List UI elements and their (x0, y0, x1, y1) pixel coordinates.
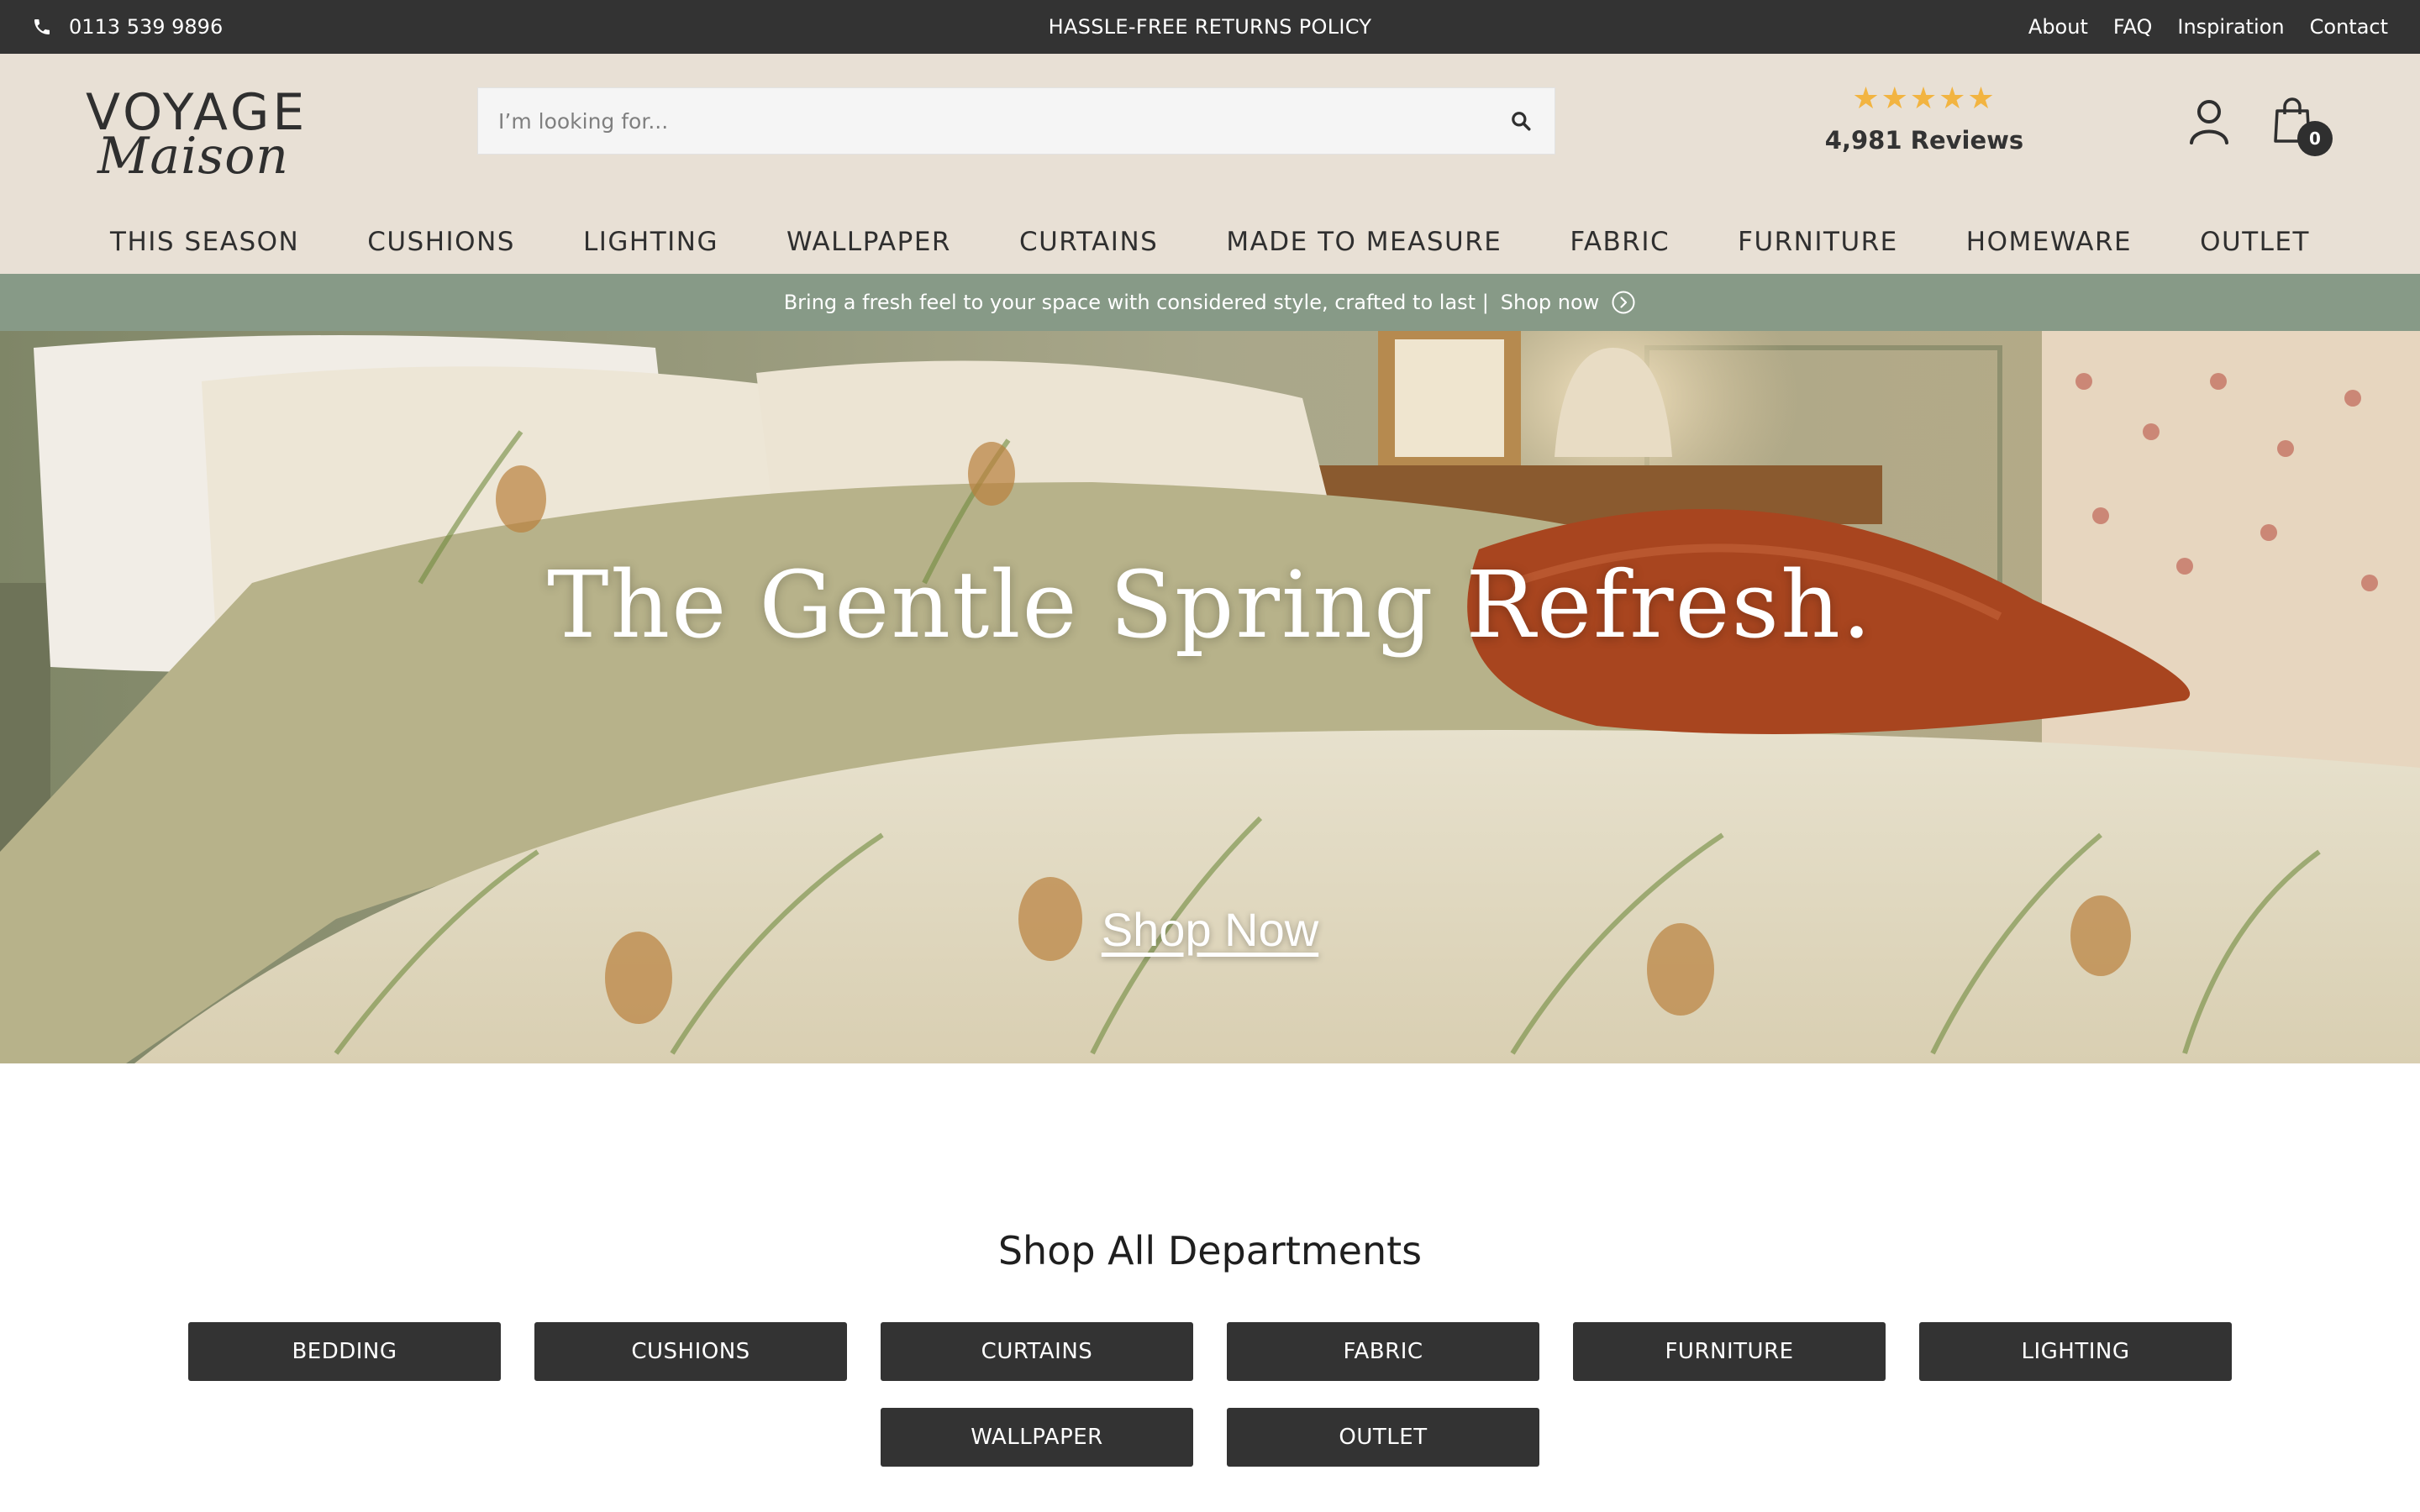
hero-shop-now-link[interactable]: Shop Now (1102, 903, 1318, 956)
nav-item-lighting[interactable]: LIGHTING (583, 220, 718, 264)
dept-button-cushions[interactable]: CUSHIONS (534, 1322, 847, 1381)
hero-title: The Gentle Spring Refresh. (547, 551, 1873, 659)
departments-row-2: WALLPAPER OUTLET (0, 1408, 2420, 1467)
reviews-widget[interactable]: ★★★★★ 4,981 Reviews (1807, 84, 2042, 155)
cart-count-badge: 0 (2297, 121, 2333, 156)
search-icon (1512, 112, 1531, 131)
hero-banner: The Gentle Spring Refresh. Shop Now (0, 331, 2420, 1063)
nav-item-made-to-measure[interactable]: MADE TO MEASURE (1226, 220, 1502, 264)
utility-link-faq[interactable]: FAQ (2113, 15, 2153, 39)
dept-button-bedding[interactable]: BEDDING (188, 1322, 501, 1381)
utility-link-about[interactable]: About (2028, 15, 2088, 39)
top-utility-bar: 0113 539 9896 HASSLE-FREE RETURNS POLICY… (0, 0, 2420, 54)
nav-item-furniture[interactable]: FURNITURE (1738, 220, 1898, 264)
utility-link-inspiration[interactable]: Inspiration (2177, 15, 2284, 39)
promo-strip-link[interactable]: Shop now (1501, 291, 1600, 314)
utility-link-contact[interactable]: Contact (2310, 15, 2388, 39)
dept-button-wallpaper[interactable]: WALLPAPER (881, 1408, 1193, 1467)
nav-item-wallpaper[interactable]: WALLPAPER (786, 220, 951, 264)
phone-number: 0113 539 9896 (69, 15, 224, 39)
utility-links: About FAQ Inspiration Contact (2028, 0, 2388, 54)
dept-button-fabric[interactable]: FABRIC (1227, 1322, 1539, 1381)
phone-contact[interactable]: 0113 539 9896 (32, 0, 223, 54)
dept-button-outlet[interactable]: OUTLET (1227, 1408, 1539, 1467)
reviews-count: 4,981 Reviews (1824, 126, 2024, 155)
returns-policy-link[interactable]: HASSLE-FREE RETURNS POLICY (1049, 15, 1372, 39)
phone-icon (34, 19, 50, 34)
search-button[interactable] (1487, 87, 1555, 155)
nav-item-cushions[interactable]: CUSHIONS (367, 220, 515, 264)
main-navigation: THIS SEASON CUSHIONS LIGHTING WALLPAPER … (0, 220, 2420, 264)
nav-item-fabric[interactable]: FABRIC (1570, 220, 1670, 264)
site-logo[interactable]: VOYAGE Maison (86, 87, 338, 185)
departments-heading: Shop All Departments (997, 1228, 1423, 1273)
cart-button[interactable]: 0 (2274, 97, 2336, 160)
logo-wordmark-script: Maison (97, 127, 289, 186)
nav-item-this-season[interactable]: THIS SEASON (110, 220, 299, 264)
departments-row-1: BEDDING CUSHIONS CURTAINS FABRIC FURNITU… (0, 1322, 2420, 1381)
dept-button-lighting[interactable]: LIGHTING (1919, 1322, 2232, 1381)
nav-item-curtains[interactable]: CURTAINS (1019, 220, 1158, 264)
chevron-right-circle-icon[interactable] (1611, 290, 1636, 315)
star-rating-icon: ★★★★★ (1852, 81, 1996, 116)
user-icon (2190, 100, 2228, 144)
dept-button-curtains[interactable]: CURTAINS (881, 1322, 1193, 1381)
search-input[interactable] (478, 88, 1487, 154)
site-header: VOYAGE Maison ★★★★★ 4,981 Reviews 0 THIS… (0, 54, 2420, 274)
nav-item-outlet[interactable]: OUTLET (2200, 220, 2310, 264)
promo-strip: Bring a fresh feel to your space with co… (0, 274, 2420, 331)
search-bar (477, 87, 1555, 155)
promo-strip-text: Bring a fresh feel to your space with co… (783, 291, 1489, 314)
dept-button-furniture[interactable]: FURNITURE (1573, 1322, 1886, 1381)
nav-item-homeware[interactable]: HOMEWARE (1966, 220, 2132, 264)
account-button[interactable] (2188, 99, 2230, 144)
